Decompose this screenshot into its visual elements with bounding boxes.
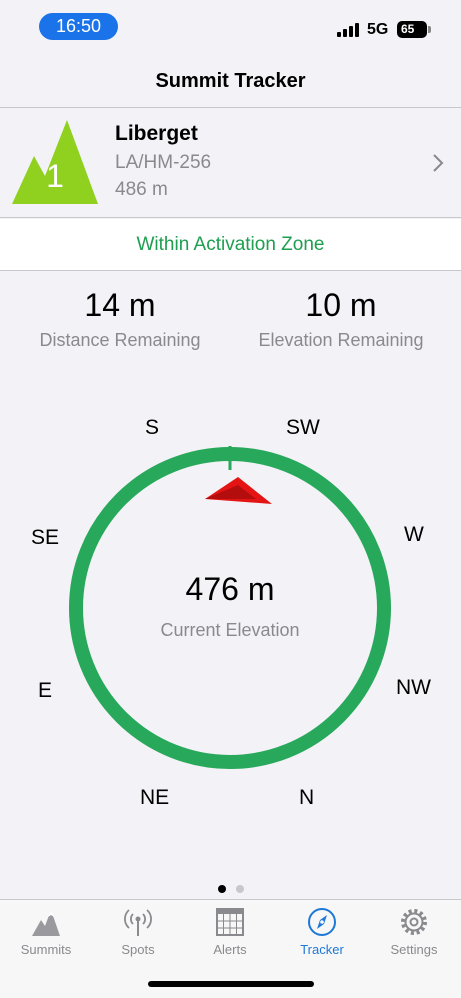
elevation-remaining-value: 10 m <box>305 287 377 323</box>
mountain-icon <box>32 910 60 936</box>
status-bar: 16:50 5G 65 <box>0 0 461 54</box>
activation-zone-banner: Within Activation Zone <box>0 219 461 271</box>
tab-tracker[interactable]: Tracker <box>276 906 368 957</box>
distance-stat: 14 m Distance Remaining <box>5 287 235 351</box>
tab-summits[interactable]: Summits <box>0 906 92 957</box>
tab-settings[interactable]: Settings <box>368 906 460 957</box>
summit-altitude: 486 m <box>115 179 168 200</box>
tab-label: Summits <box>20 942 72 957</box>
elevation-stat: 10 m Elevation Remaining <box>226 287 456 351</box>
tab-label: Alerts <box>213 942 247 957</box>
tab-label: Spots <box>121 942 155 957</box>
chevron-right-icon <box>433 154 444 172</box>
summit-name: Liberget <box>115 122 198 145</box>
signal-icon <box>337 23 361 37</box>
tab-label: Settings <box>390 942 438 957</box>
distance-label: Distance Remaining <box>39 330 201 350</box>
compass-label-se: SE <box>31 526 60 549</box>
summit-points: 1 <box>46 158 64 194</box>
summit-reference: LA/HM-256 <box>115 152 212 173</box>
compass-ring <box>69 446 391 769</box>
battery-level: 65 <box>401 22 415 36</box>
gear-icon <box>401 909 427 935</box>
compass-label-ne: NE <box>140 786 170 809</box>
compass-label-n: N <box>299 786 315 809</box>
distance-value: 14 m <box>84 287 156 323</box>
page-dot-2[interactable] <box>235 885 244 893</box>
current-elevation-label: Current Elevation <box>160 620 300 640</box>
compass-label-sw: SW <box>286 416 320 439</box>
tab-alerts[interactable]: Alerts <box>184 906 276 957</box>
status-time[interactable]: 16:50 <box>39 13 118 40</box>
current-elevation-value: 476 m <box>185 571 275 607</box>
page-title: Summit Tracker <box>155 70 306 92</box>
tab-label: Tracker <box>300 942 344 957</box>
calendar-icon <box>216 908 244 936</box>
compass-label-s: S <box>145 416 160 439</box>
compass-icon <box>308 908 336 936</box>
direction-pointer-icon <box>205 477 272 504</box>
page-indicator[interactable] <box>0 880 461 898</box>
antenna-icon <box>124 909 152 936</box>
tab-spots[interactable]: Spots <box>92 906 184 957</box>
compass-label-nw: NW <box>396 676 431 699</box>
page-dot-1[interactable] <box>217 885 226 893</box>
compass-label-w: W <box>404 523 424 546</box>
summit-card[interactable]: 1 Liberget LA/HM-256 486 m <box>0 108 461 218</box>
home-indicator[interactable] <box>148 981 314 987</box>
compass-label-e: E <box>38 679 53 702</box>
network-type: 5G <box>367 21 389 38</box>
elevation-remaining-label: Elevation Remaining <box>258 330 424 350</box>
battery-icon: 65 <box>397 21 431 38</box>
